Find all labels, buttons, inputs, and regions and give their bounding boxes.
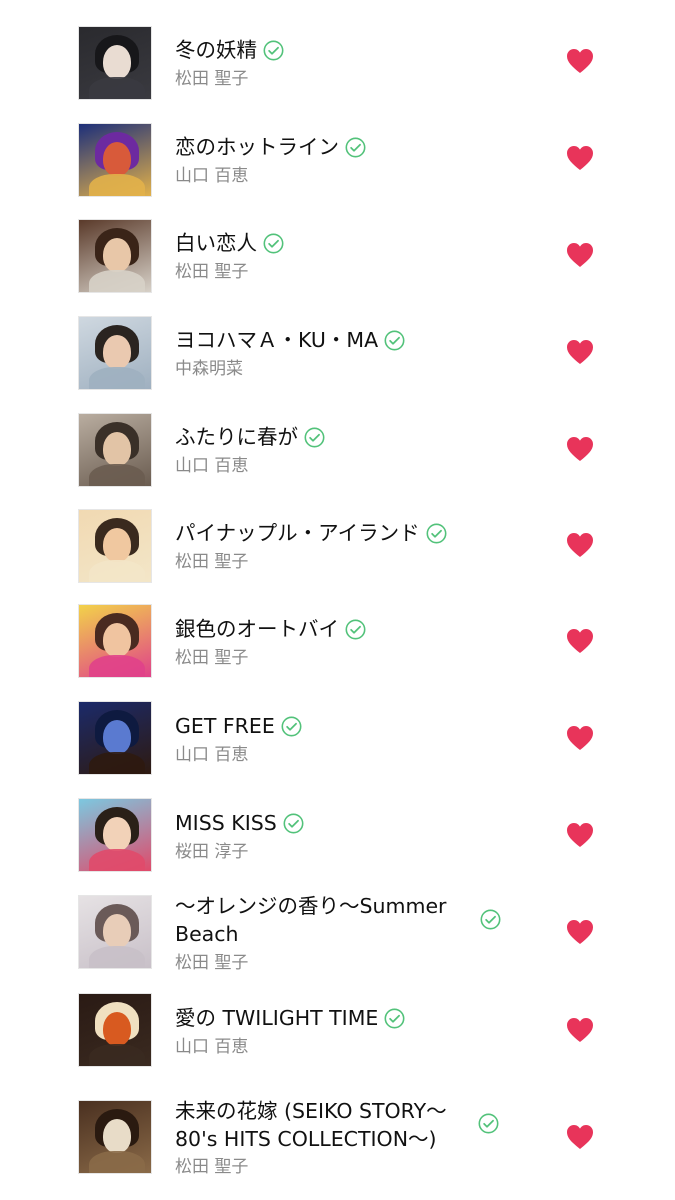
song-title: パイナップル・アイランド [175,521,420,545]
heart-icon[interactable] [566,145,594,171]
downloaded-check-icon [263,40,284,61]
album-art [78,604,152,678]
song-title: 未来の花嫁 (SEIKO STORY〜80's HITS COLLECTION〜… [175,1099,447,1151]
heart-icon[interactable] [566,532,594,558]
artist-name: 山口 百恵 [175,166,249,186]
album-art [78,895,152,969]
downloaded-check-icon [426,523,447,544]
song-title: 白い恋人 [175,231,257,255]
album-art [78,413,152,487]
album-art [78,219,152,293]
album-art [78,123,152,197]
song-title: 〜オレンジの香り〜Summer Beach [175,894,447,946]
heart-icon[interactable] [566,339,594,365]
album-art [78,316,152,390]
song-list: 冬の妖精 松田 聖子 恋のホットライン 山口 百恵 白い恋人 松田 聖子 ヨコハマＡ・KU・… [0,0,675,1200]
downloaded-check-icon [480,909,501,930]
artist-name: 松田 聖子 [175,648,249,668]
artist-name: 松田 聖子 [175,69,249,89]
artist-name: 山口 百恵 [175,1037,249,1057]
album-art [78,993,152,1067]
artist-name: 松田 聖子 [175,953,249,973]
heart-icon[interactable] [566,242,594,268]
downloaded-check-icon [384,330,405,351]
artist-name: 山口 百恵 [175,456,249,476]
album-art [78,701,152,775]
heart-icon[interactable] [566,919,594,945]
downloaded-check-icon [478,1113,499,1134]
song-title: ふたりに春が [175,425,298,449]
heart-icon[interactable] [566,1017,594,1043]
artist-name: 松田 聖子 [175,1157,249,1177]
song-title: GET FREE [175,714,275,738]
album-art [78,1100,152,1174]
song-title: 銀色のオートバイ [175,617,339,641]
heart-icon[interactable] [566,628,594,654]
album-art [78,798,152,872]
song-title: ヨコハマＡ・KU・MA [175,328,379,352]
downloaded-check-icon [345,619,366,640]
heart-icon[interactable] [566,725,594,751]
artist-name: 中森明菜 [175,359,243,379]
song-title: 愛の TWILIGHT TIME [175,1006,379,1030]
downloaded-check-icon [304,427,325,448]
song-title: 冬の妖精 [175,38,257,62]
artist-name: 松田 聖子 [175,552,249,572]
heart-icon[interactable] [566,822,594,848]
artist-name: 桜田 淳子 [175,842,249,862]
heart-icon[interactable] [566,48,594,74]
downloaded-check-icon [283,813,304,834]
album-art [78,26,152,100]
song-title: MISS KISS [175,811,277,835]
downloaded-check-icon [263,233,284,254]
downloaded-check-icon [281,716,302,737]
downloaded-check-icon [384,1008,405,1029]
heart-icon[interactable] [566,1124,594,1150]
downloaded-check-icon [345,137,366,158]
artist-name: 松田 聖子 [175,262,249,282]
song-title: 恋のホットライン [175,135,339,159]
heart-icon[interactable] [566,436,594,462]
artist-name: 山口 百恵 [175,745,249,765]
album-art [78,509,152,583]
